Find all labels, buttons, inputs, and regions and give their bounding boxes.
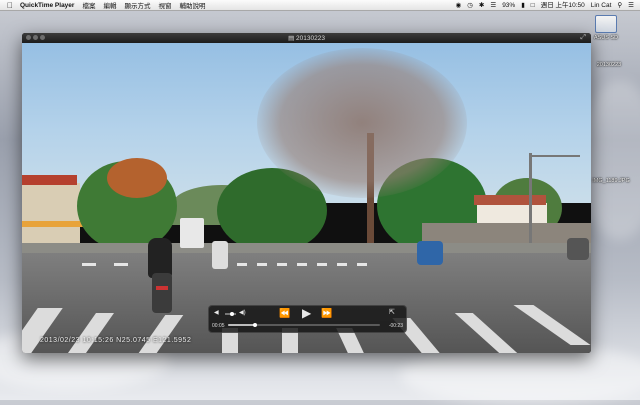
- video-awning: [22, 221, 84, 227]
- menu-view[interactable]: 顯示方式: [124, 0, 150, 10]
- menu-bar:  QuickTime Player 檔案 編輯 顯示方式 視窗 輔助說明 ◉ …: [0, 0, 640, 11]
- remaining-time: -00:23: [388, 323, 403, 329]
- desktop-cloud: [400, 345, 640, 405]
- quicktime-window: ▤ 20130223 ⤢ 2013/02/23 10:15:26 N25.074…: [22, 33, 591, 353]
- user-name[interactable]: Lin Cat: [591, 0, 612, 11]
- fast-forward-button[interactable]: ⏩: [321, 308, 332, 319]
- lane-dash: [237, 263, 247, 266]
- lane-dash: [297, 263, 307, 266]
- input-menu-icon[interactable]: □: [531, 0, 535, 11]
- lane-dash: [317, 263, 327, 266]
- window-title: ▤ 20130223: [22, 34, 591, 42]
- bluetooth-icon[interactable]: ✱: [479, 0, 484, 11]
- video-roof: [22, 175, 77, 185]
- play-button[interactable]: ▶: [302, 306, 311, 320]
- video-bus: [180, 218, 204, 248]
- playback-controls[interactable]: ◀ ◀) ⏪ ▶ ⏩ ⇱ 00:05 -00:23: [208, 305, 407, 333]
- lane-dash: [257, 263, 267, 266]
- rewind-button[interactable]: ⏪: [279, 308, 290, 319]
- video-scooter: [212, 241, 228, 269]
- window-title-text: 20130223: [296, 35, 325, 42]
- lane-dash: [114, 263, 128, 266]
- desktop-item-label: 20130223: [596, 62, 622, 68]
- clock[interactable]: 週日 上午10:50: [541, 0, 585, 11]
- lane-dash: [277, 263, 287, 266]
- video-scooter: [567, 238, 589, 260]
- tail-light: [156, 286, 168, 290]
- dashcam-overlay-text: 2013/02/23 10:15:26 N25.0745 E121.5952: [40, 337, 192, 344]
- sd-card-icon: [595, 15, 617, 33]
- wifi-icon[interactable]: ☰: [490, 0, 496, 11]
- menu-edit[interactable]: 編輯: [103, 0, 116, 10]
- window-titlebar[interactable]: ▤ 20130223 ⤢: [22, 33, 591, 43]
- notification-center-icon[interactable]: ☰: [628, 0, 634, 11]
- spotlight-icon[interactable]: ⚲: [617, 0, 622, 11]
- volume-knob[interactable]: [229, 312, 234, 316]
- menu-help[interactable]: 輔助說明: [179, 0, 205, 10]
- desktop-item-image[interactable]: IMG_1189.JPG: [586, 178, 636, 184]
- lane-dash: [357, 263, 367, 266]
- rider: [148, 238, 172, 278]
- volume-slider[interactable]: [225, 312, 236, 316]
- lane-dash: [337, 263, 347, 266]
- volume-low-icon[interactable]: ◀: [214, 309, 219, 316]
- menu-app-name[interactable]: QuickTime Player: [20, 2, 74, 9]
- battery-icon[interactable]: ▮: [521, 0, 525, 11]
- volume-high-icon[interactable]: ◀): [239, 309, 246, 316]
- video-house-roof: [474, 195, 546, 205]
- apple-icon[interactable]: : [6, 0, 14, 11]
- desktop-item-label: ASUS SD: [593, 35, 619, 41]
- menu-window[interactable]: 視窗: [158, 0, 171, 10]
- share-icon[interactable]: ⇱: [389, 308, 395, 316]
- notification-icon[interactable]: ◉: [456, 0, 462, 11]
- lane-dash: [82, 263, 96, 266]
- video-bare-canopy: [257, 48, 467, 198]
- motorcycle-body: [152, 273, 172, 313]
- scrubber-fill: [228, 324, 256, 326]
- elapsed-time: 00:05: [212, 323, 225, 329]
- fullscreen-icon[interactable]: ⤢: [580, 34, 586, 42]
- video-scooter: [417, 241, 443, 265]
- scrubber-playhead[interactable]: [253, 323, 258, 327]
- desktop-item-label: IMG_1189.JPG: [592, 178, 630, 184]
- video-signal-arm: [530, 155, 580, 157]
- video-frame[interactable]: 2013/02/23 10:15:26 N25.0745 E121.5952 ◀…: [22, 43, 591, 353]
- video-tree: [107, 158, 167, 198]
- scrubber-track[interactable]: [228, 323, 380, 327]
- document-icon: ▤: [288, 35, 297, 42]
- battery-text[interactable]: 93%: [502, 0, 515, 11]
- video-signal-pole: [529, 153, 532, 253]
- desktop-item-folder[interactable]: 20130223: [586, 62, 632, 68]
- video-motorcycle: [142, 238, 182, 318]
- time-machine-icon[interactable]: ◷: [467, 0, 473, 11]
- desktop-item-sd-card[interactable]: ASUS SD: [586, 15, 626, 41]
- menu-file[interactable]: 檔案: [82, 0, 95, 10]
